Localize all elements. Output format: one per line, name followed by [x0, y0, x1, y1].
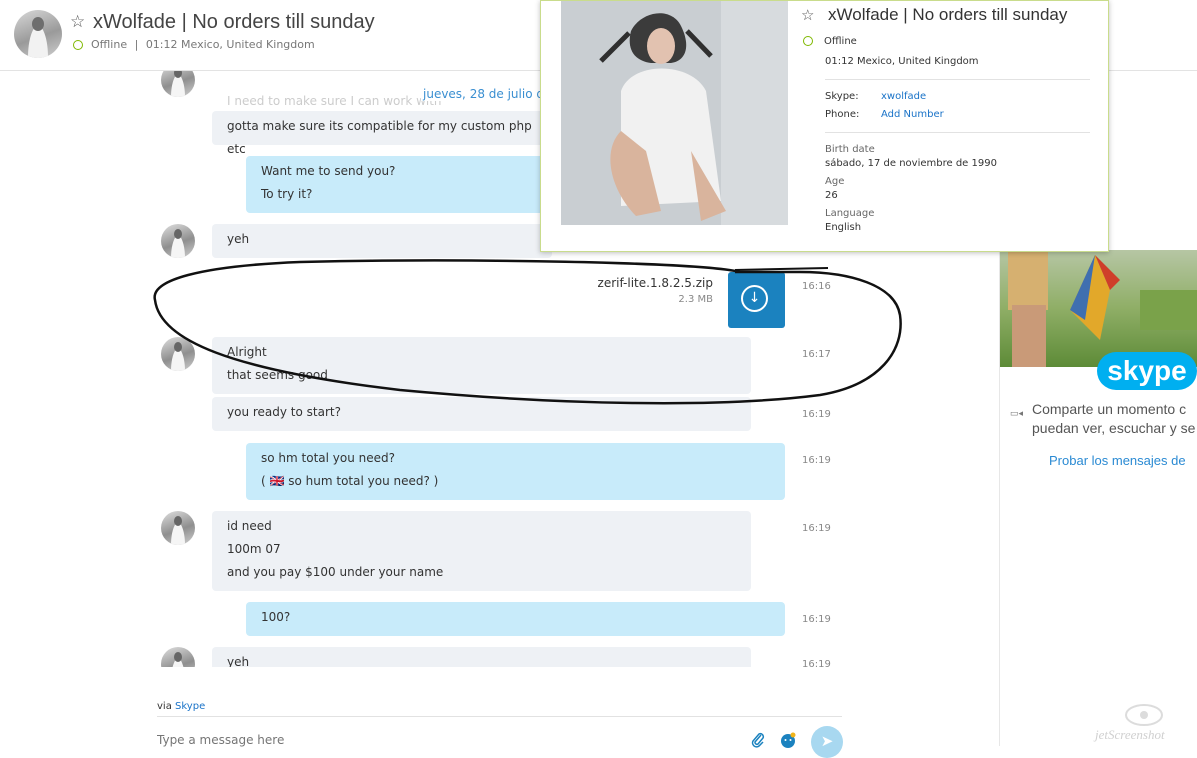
file-size: 2.3 MB	[678, 294, 713, 305]
message-time: 16:19	[802, 614, 831, 625]
faded-message: I need to make sure I can work with	[227, 94, 442, 108]
birth-date-value: sábado, 17 de noviembre de 1990	[825, 158, 997, 169]
birth-date-label: Birth date	[825, 144, 875, 155]
message-bubble[interactable]: yeh	[212, 224, 552, 258]
favorite-star-icon[interactable]: ☆	[801, 6, 814, 24]
contact-status: Offline | 01:12 Mexico, United Kingdom	[73, 38, 315, 51]
add-number-link[interactable]: Add Number	[881, 109, 944, 120]
contact-avatar[interactable]	[14, 10, 62, 58]
watermark-text: jetScreenshot	[1095, 727, 1165, 742]
local-time: 01:12 Mexico, United Kingdom	[145, 38, 315, 51]
composer-divider	[157, 716, 842, 717]
language-value: English	[825, 222, 862, 233]
svg-text:skype: skype	[1107, 355, 1186, 386]
message-bubble[interactable]: so hm total you need? ( 🇬🇧 so hum total …	[246, 443, 785, 500]
contact-avatar[interactable]	[161, 337, 195, 371]
offline-status-icon	[73, 40, 83, 50]
popup-title: xWolfade | No orders till sunday	[828, 5, 1068, 24]
divider	[825, 79, 1090, 80]
try-video-messages-link[interactable]: Probar los mensajes de	[1049, 453, 1186, 468]
skype-name-link[interactable]: xwolfade	[881, 91, 926, 102]
message-bubble[interactable]: 100?	[246, 602, 785, 636]
message-bubble[interactable]: Want me to send you? To try it?	[246, 156, 556, 213]
send-button[interactable]: ➤	[811, 726, 843, 758]
contact-avatar[interactable]	[161, 511, 195, 545]
profile-popup: ☆ xWolfade | No orders till sunday Offli…	[540, 0, 1109, 252]
contact-avatar[interactable]	[161, 71, 195, 97]
skype-logo-icon: skype	[1097, 352, 1197, 390]
video-message-icon: ▭◂	[1010, 408, 1024, 418]
via-label: via Skype	[157, 701, 206, 712]
download-button[interactable]: ↓	[728, 272, 785, 328]
divider	[825, 132, 1090, 133]
popup-local-time: 01:12 Mexico, United Kingdom	[825, 56, 979, 67]
message-bubble[interactable]: id need 100m 07 and you pay $100 under y…	[212, 511, 751, 591]
file-transfer[interactable]: zerif-lite.1.8.2.5.zip 2.3 MB ↓	[560, 272, 785, 328]
message-time: 16:17	[802, 349, 831, 360]
favorite-star-icon[interactable]: ☆	[70, 12, 85, 32]
via-skype-link[interactable]: Skype	[175, 701, 205, 712]
message-time: 16:19	[802, 455, 831, 466]
phone-label: Phone:	[825, 109, 860, 120]
contact-title: xWolfade | No orders till sunday	[93, 11, 375, 33]
message-time: 16:19	[802, 523, 831, 534]
emoticon-icon[interactable]	[779, 731, 797, 749]
message-bubble[interactable]: you ready to start?	[212, 397, 751, 431]
status-separator: |	[134, 38, 139, 51]
file-name: zerif-lite.1.8.2.5.zip	[597, 276, 713, 290]
age-label: Age	[825, 176, 845, 187]
attach-file-icon[interactable]	[749, 731, 767, 749]
message-time: 16:19	[802, 409, 831, 420]
age-value: 26	[825, 190, 838, 201]
message-time: 16:19	[802, 659, 831, 667]
download-icon: ↓	[741, 285, 768, 312]
language-label: Language	[825, 208, 875, 219]
message-bubble[interactable]: yeh	[212, 647, 751, 667]
message-bubble[interactable]: Alright that seems good	[212, 337, 751, 394]
profile-photo	[561, 1, 788, 225]
skype-label: Skype:	[825, 91, 859, 102]
contact-avatar[interactable]	[161, 224, 195, 258]
message-time: 16:16	[802, 281, 831, 292]
offline-status-icon	[803, 36, 813, 46]
message-bubble[interactable]: gotta make sure its compatible for my cu…	[212, 111, 552, 156]
date-separator: jueves, 28 de julio de	[421, 87, 554, 101]
send-icon: ➤	[820, 732, 834, 750]
contact-avatar[interactable]	[161, 647, 195, 667]
popup-status: Offline	[803, 36, 857, 47]
promo-text: ▭◂ Comparte un momento c puedan ver, esc…	[1010, 401, 1196, 436]
